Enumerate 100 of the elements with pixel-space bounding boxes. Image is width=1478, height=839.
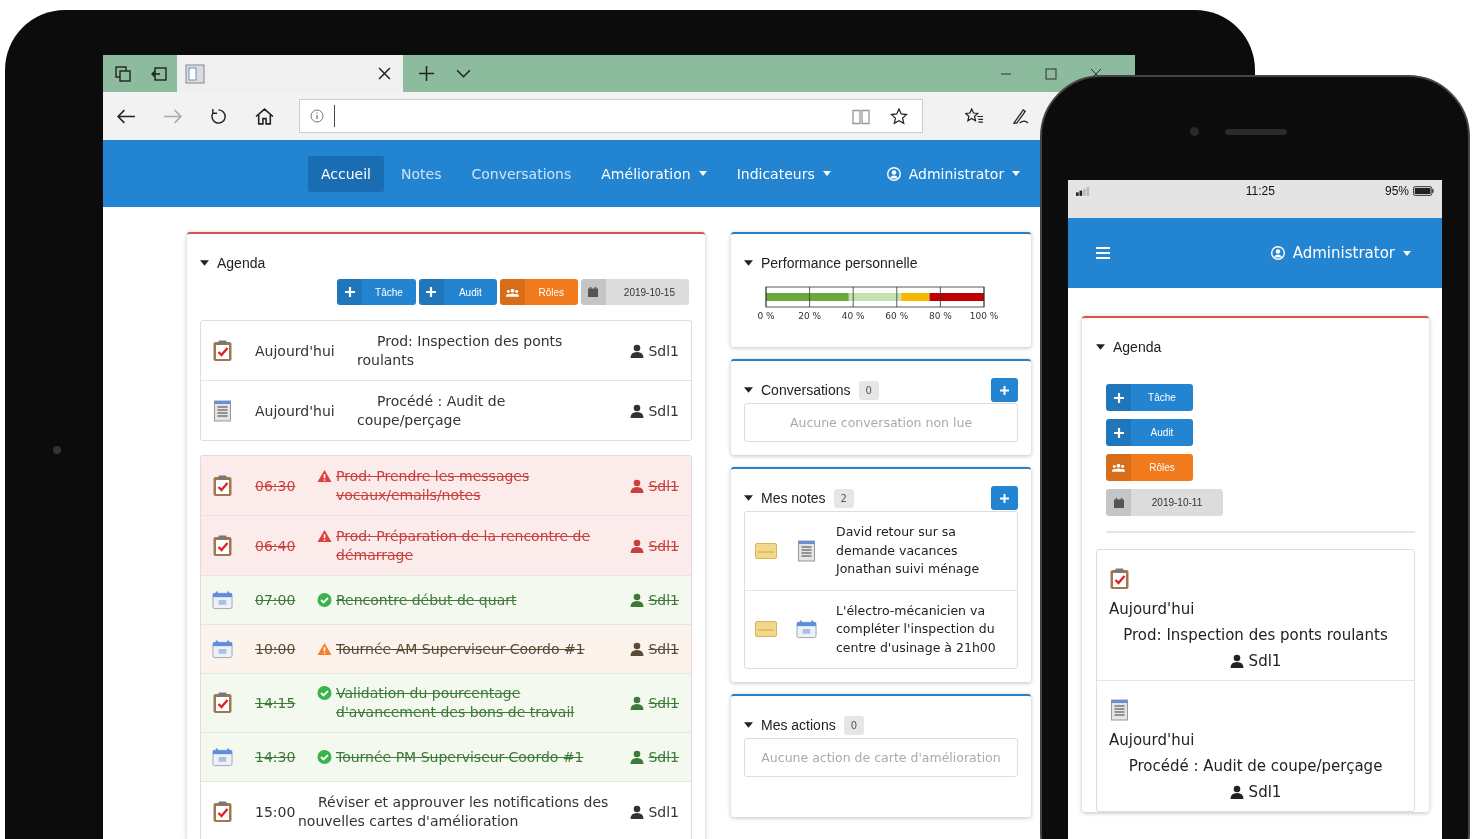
roles-button[interactable]: Rôles — [1106, 454, 1193, 481]
set-aside-tabs-icon[interactable] — [151, 65, 167, 82]
agenda-item[interactable]: 06:40 Prod: Préparation de la rencontre de démarrage Sdl1 — [201, 515, 691, 575]
agenda-item[interactable]: 14:15 Validation du pourcentage d'avancement des bons de travail Sdl1 — [201, 673, 691, 732]
back-icon[interactable] — [117, 107, 136, 125]
agenda-item[interactable]: Aujourd'hui Procédé : Audit de coupe/perçage Sdl1 — [1097, 680, 1414, 811]
caret-icon[interactable] — [1096, 344, 1105, 350]
info-icon[interactable] — [310, 109, 324, 123]
nav-link[interactable]: Indicateurs — [723, 155, 844, 192]
empty-message: Aucune conversation non lue — [744, 403, 1018, 442]
plus-icon — [1113, 427, 1124, 438]
user-name: Sdl1 — [1248, 652, 1282, 670]
nav-link[interactable]: Accueil — [308, 155, 384, 192]
item-time: 14:15 — [255, 695, 297, 711]
group-icon — [1112, 463, 1125, 472]
plus-icon — [1113, 392, 1124, 403]
item-title: Validation du pourcentage d'avancement des bons de travail — [336, 684, 576, 722]
speaker-slot — [1225, 129, 1287, 135]
tick-label: 40 % — [841, 311, 865, 321]
user-icon — [1229, 654, 1244, 668]
plus-icon — [1000, 385, 1009, 395]
add-button[interactable]: Audit — [418, 279, 497, 305]
nav-link[interactable]: Conversations — [458, 155, 585, 192]
address-field[interactable] — [299, 99, 923, 133]
note-item[interactable]: David retour sur sa demande vacances Jonathan suivi ménage — [745, 512, 1017, 590]
pen-icon[interactable] — [1011, 107, 1030, 125]
user-icon — [630, 804, 645, 819]
item-time: 14:30 — [255, 749, 297, 765]
caret-icon[interactable] — [744, 260, 753, 266]
caret-icon[interactable] — [200, 260, 209, 266]
agenda-item[interactable]: Aujourd'hui Prod: Inspection des ponts roulants Sdl1 — [1097, 550, 1414, 680]
user-name: Sdl1 — [648, 537, 679, 554]
nav-link[interactable]: Notes — [388, 155, 455, 192]
item-title: Procédé : Audit de coupe/perçage — [1127, 757, 1384, 775]
item-title: Procédé : Audit de coupe/perçage — [357, 391, 507, 430]
user-menu[interactable]: Administrator — [1257, 234, 1424, 272]
item-title: Prod: Inspection des ponts roulants — [1122, 626, 1389, 644]
user-icon — [630, 696, 645, 710]
agenda-item[interactable]: 14:30 Tournée PM Superviseur-Coordo #1 Sdl1 — [201, 732, 691, 781]
item-title: Tournée AM Superviseur-Coordo #1 — [336, 639, 586, 659]
add-button[interactable] — [991, 378, 1018, 402]
agenda-item[interactable]: 07:00 Rencontre début de quart Sdl1 — [201, 575, 691, 624]
item-date: Aujourd'hui — [1109, 731, 1196, 749]
caret-icon — [822, 171, 831, 176]
page-icon — [185, 63, 205, 84]
new-tab-icon[interactable] — [419, 66, 434, 81]
tabs-icon[interactable] — [115, 65, 131, 82]
item-date: Aujourd'hui — [255, 402, 336, 419]
item-date: Aujourd'hui — [255, 342, 336, 359]
close-icon[interactable] — [378, 67, 391, 80]
agenda-item[interactable]: Aujourd'hui Prod: Inspection des ponts roulants Sdl1 — [201, 321, 691, 380]
caret-icon[interactable] — [744, 722, 753, 728]
user-name: Sdl1 — [648, 749, 679, 765]
card-title: Agenda — [217, 255, 266, 271]
clipboard-check-icon — [212, 800, 233, 823]
plus-icon — [344, 287, 355, 297]
note-icon — [755, 542, 777, 559]
add-button[interactable]: Tâche — [337, 279, 416, 305]
caret-icon[interactable] — [744, 495, 753, 501]
plus-icon — [426, 287, 437, 297]
item-title: Réviser et approuver les notifications des nouvelles cartes d'amélioration — [298, 792, 610, 831]
item-time: 06:40 — [255, 537, 297, 554]
user-name: Sdl1 — [1248, 783, 1282, 801]
maximize-icon[interactable] — [1045, 67, 1057, 80]
agenda-item[interactable]: 06:30 Prod: Prendre les messages vocaux/emails/notes Sdl1 — [201, 456, 691, 515]
caret-icon[interactable] — [744, 387, 753, 393]
star-icon[interactable] — [890, 107, 908, 125]
agenda-item[interactable]: 10:00 Tournée AM Superviseur-Coordo #1 Sdl1 — [201, 624, 691, 673]
note-item[interactable]: L'électro-mécanicien va compléter l'inspection du centre d'usinage à 21h00 — [745, 589, 1017, 668]
calendar-icon — [796, 618, 817, 641]
note-text: L'électro-mécanicien va compléter l'inspection du centre d'usinage à 21h00 — [836, 601, 997, 657]
home-icon[interactable] — [255, 107, 274, 125]
user-name: Sdl1 — [648, 402, 679, 419]
agenda-item[interactable]: 15:00 Réviser et approuver les notifications des nouvelles cartes d'amélioration Sdl1 — [201, 781, 691, 839]
item-time: 10:00 — [255, 641, 297, 657]
agenda-item[interactable]: Aujourd'hui Procédé : Audit de coupe/perçage Sdl1 — [201, 380, 691, 440]
nav-link[interactable]: Amélioration — [588, 155, 720, 192]
refresh-icon[interactable] — [209, 107, 228, 125]
tick-label: 0 % — [757, 311, 775, 321]
calendar-icon — [212, 746, 233, 768]
roles-button[interactable]: Rôles — [499, 279, 578, 305]
clipboard-check-icon — [212, 692, 233, 714]
add-button[interactable]: Audit — [1106, 419, 1193, 446]
calendar-icon — [212, 589, 233, 611]
book-icon[interactable] — [852, 107, 870, 125]
battery-percent: 95% — [1384, 184, 1409, 198]
item-title: Prod: Préparation de la rencontre de démarrage — [336, 526, 592, 565]
menu-icon[interactable] — [1096, 247, 1110, 259]
user-circle-icon — [886, 166, 901, 181]
list-document-icon — [796, 539, 817, 562]
item-date: Aujourd'hui — [1109, 600, 1196, 618]
add-button[interactable]: Tâche — [1106, 384, 1193, 411]
add-button[interactable] — [991, 486, 1018, 510]
date-picker-button[interactable]: 2019-10-11 — [1106, 489, 1223, 516]
user-menu[interactable]: Administrator — [873, 155, 1034, 192]
date-picker-button[interactable]: 2019-10-15 — [580, 279, 689, 305]
note-icon — [755, 621, 777, 638]
empty-message: Aucune action de carte d'amélioration — [744, 738, 1018, 777]
favorites-icon[interactable] — [965, 107, 984, 125]
count-badge: 2 — [833, 488, 854, 508]
